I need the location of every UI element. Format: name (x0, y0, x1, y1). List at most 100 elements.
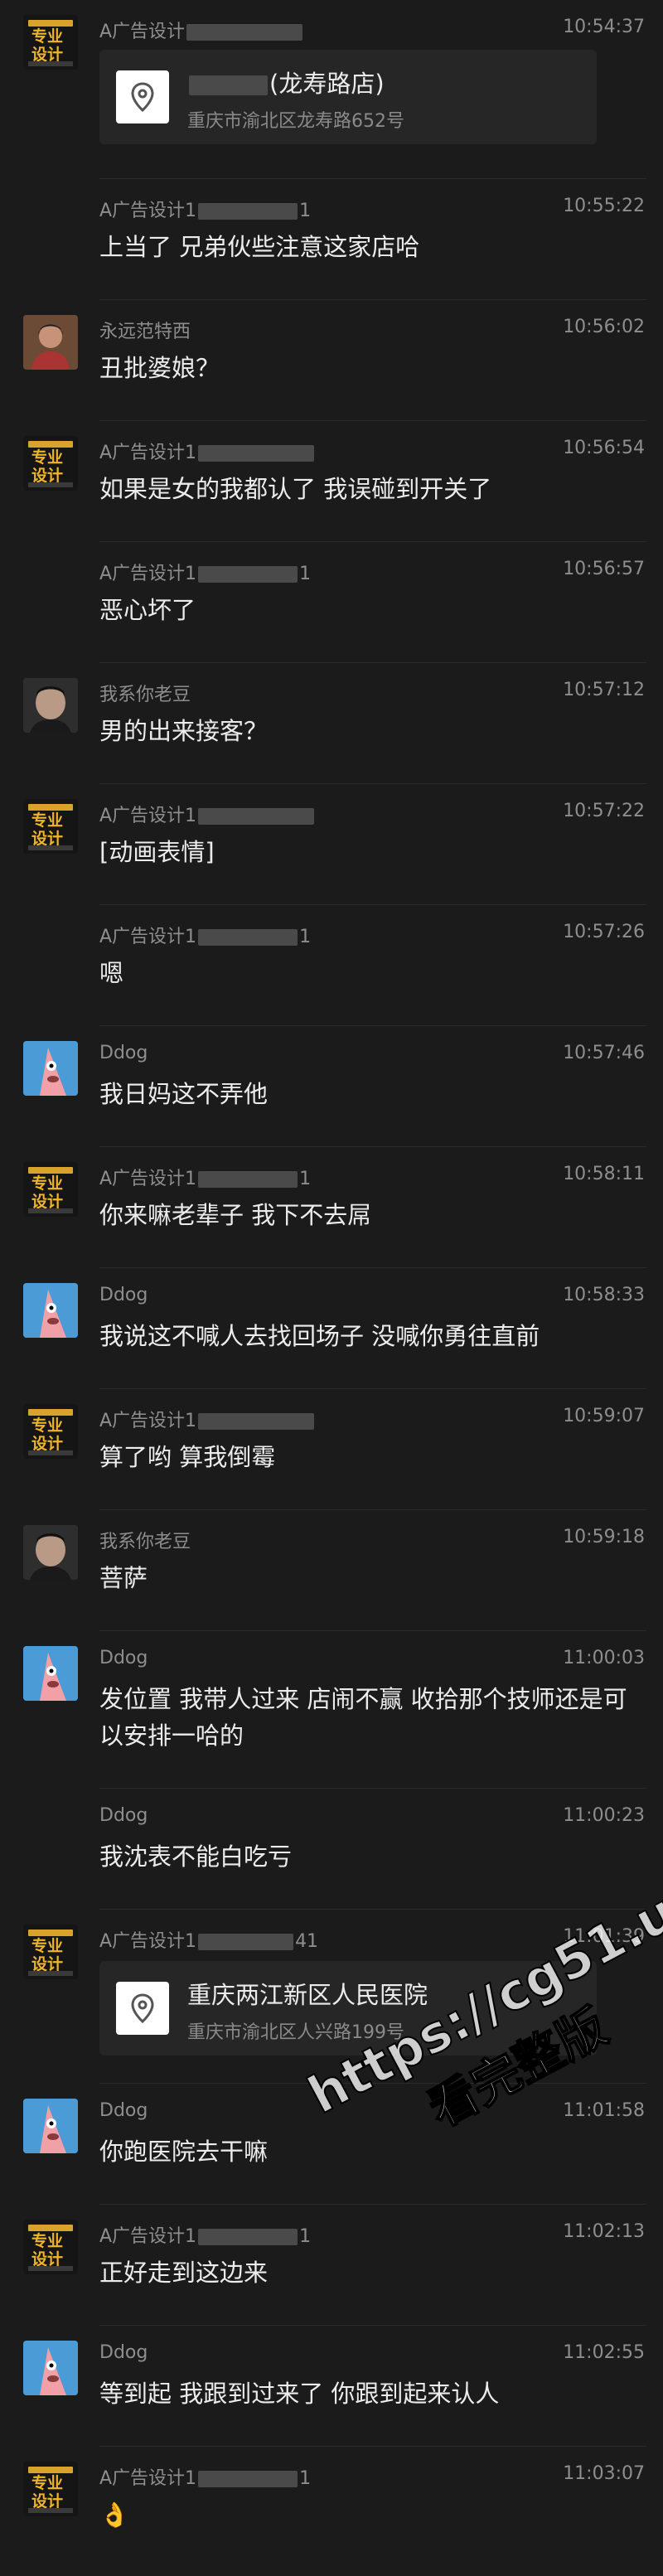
message-time: 10:57:12 (563, 680, 645, 700)
chat-message: A广告设计1 1 10:56:57 恶心坏了 (0, 542, 663, 663)
avatar[interactable] (23, 2341, 78, 2395)
chat-message: 专业 设计 A广告设计 10:54:37 (龙寿路店) 重庆市渝北区龙寿路652号 (0, 0, 663, 179)
message-time: 10:55:22 (563, 196, 645, 216)
sender-name: Ddog (99, 1043, 148, 1063)
avatar[interactable]: 专业 设计 (23, 2462, 78, 2516)
sender-name: A广告设计1 (99, 801, 316, 827)
message-time: 11:02:13 (563, 2221, 645, 2242)
message-time: 11:01:39 (563, 1926, 645, 1947)
avatar[interactable]: 专业 设计 (23, 15, 78, 70)
chat-message: Ddog 10:57:46 我日妈这不弄他 (0, 1026, 663, 1147)
chat-message: 专业 设计 A广告设计1 1 10:58:11 你来嘛老辈子 我下不去屌 (0, 1147, 663, 1268)
sender-name: A广告设计1 1 (99, 927, 312, 947)
sender-name: Ddog (99, 1285, 148, 1305)
sender-name: A广告设计1 1 (99, 2468, 312, 2489)
chat-message: 专业 设计 A广告设计1 10:57:22 [动画表情] (0, 784, 663, 905)
avatar[interactable] (23, 1283, 78, 1338)
avatar[interactable]: 专业 设计 (23, 799, 78, 854)
avatar[interactable]: 专业 设计 (23, 436, 78, 491)
avatar[interactable]: 专业 设计 (23, 1404, 78, 1459)
message-time: 11:00:23 (563, 1805, 645, 1826)
avatar[interactable] (23, 315, 78, 370)
message-time: 10:57:22 (563, 801, 645, 821)
chat-message: Ddog 11:00:03 发位置 我带人过来 店闹不赢 收拾那个技师还是可以安… (0, 1631, 663, 1789)
chat-message: 专业 设计 A广告设计1 41 11:01:39 重庆两江新区人民医院 重庆市渝北区… (0, 1910, 663, 2084)
sender-name: A广告设计1 1 (99, 201, 312, 221)
message-time: 10:58:33 (563, 1285, 645, 1305)
message-time: 11:03:07 (563, 2463, 645, 2484)
sender-name: A广告设计1 (99, 1406, 316, 1432)
avatar[interactable] (23, 1646, 78, 1701)
avatar[interactable]: 专业 设计 (23, 2220, 78, 2274)
message-text: 👌 (99, 2501, 130, 2529)
message-text: [动画表情] (99, 838, 215, 866)
sender-name: Ddog (99, 2342, 148, 2363)
sender-name: A广告设计1 41 (99, 1931, 319, 1952)
avatar[interactable]: 专业 设计 (23, 1162, 78, 1217)
message-text: 上当了 兄弟伙些注意这家店哈 (99, 233, 420, 261)
message-text: 男的出来接客？ (99, 717, 269, 745)
message-text: 发位置 我带人过来 店闹不赢 收拾那个技师还是可以安排一哈的 (99, 1685, 627, 1750)
sender-name: Ddog (99, 1648, 148, 1668)
location-pin-icon (116, 1982, 169, 2035)
sender-name: A广告设计1 1 (99, 2226, 312, 2247)
message-text: 嗯 (99, 959, 124, 987)
message-time: 11:01:58 (563, 2100, 645, 2121)
chat-message: Ddog 11:02:55 等到起 我跟到过来了 你跟到起来认人 (0, 2326, 663, 2447)
chat-message: 我系你老豆 10:59:18 菩萨 (0, 1510, 663, 1631)
message-time: 11:02:55 (563, 2342, 645, 2363)
sender-name: Ddog (99, 1805, 148, 1826)
avatar[interactable] (23, 2099, 78, 2153)
avatar[interactable] (23, 1041, 78, 1096)
message-text: 你来嘛老辈子 我下不去屌 (99, 1201, 372, 1229)
sender-name: Ddog (99, 2100, 148, 2121)
message-time: 10:57:46 (563, 1043, 645, 1063)
message-text: 我沈表不能白吃亏 (99, 1842, 293, 1871)
chat-message: Ddog 11:01:58 你跑医院去干嘛 (0, 2084, 663, 2205)
location-card[interactable]: 重庆两江新区人民医院 重庆市渝北区人兴路199号 (99, 1961, 597, 2055)
sender-name: A广告设计 (99, 17, 304, 43)
message-text: 等到起 我跟到过来了 你跟到起来认人 (99, 2380, 500, 2408)
sender-name: A广告设计1 1 (99, 564, 312, 584)
message-text: 算了哟 算我倒霉 (99, 1443, 276, 1471)
avatar[interactable]: 专业 设计 (23, 1925, 78, 1979)
message-text: 如果是女的我都认了 我误碰到开关了 (99, 475, 492, 503)
message-time: 10:56:02 (563, 317, 645, 337)
message-time: 10:58:11 (563, 1164, 645, 1184)
chat-message: A广告设计1 1 10:57:26 嗯 (0, 905, 663, 1026)
chat-message: 专业 设计 A广告设计1 10:59:07 算了哟 算我倒霉 (0, 1389, 663, 1510)
message-time: 10:56:57 (563, 559, 645, 579)
chat-message: A广告设计1 1 10:55:22 上当了 兄弟伙些注意这家店哈 (0, 179, 663, 300)
sender-name: A广告设计1 1 (99, 1169, 312, 1189)
message-text: 正好走到这边来 (99, 2259, 269, 2287)
chat-message: 专业 设计 A广告设计1 10:56:54 如果是女的我都认了 我误碰到开关了 (0, 421, 663, 542)
sender-name: 我系你老豆 (99, 1532, 191, 1552)
sender-name: 我系你老豆 (99, 685, 191, 705)
message-time: 10:59:07 (563, 1406, 645, 1426)
location-card[interactable]: (龙寿路店) 重庆市渝北区龙寿路652号 (99, 50, 597, 144)
location-title: 重庆两江新区人民医院 (187, 1981, 428, 2009)
message-time: 10:56:54 (563, 438, 645, 458)
location-title: (龙寿路店) (187, 65, 385, 99)
location-address: 重庆市渝北区龙寿路652号 (187, 111, 404, 132)
location-pin-icon (116, 70, 169, 123)
chat-message: Ddog 11:00:23 我沈表不能白吃亏 (0, 1789, 663, 1910)
message-time: 11:00:03 (563, 1648, 645, 1668)
chat-message: Ddog 10:58:33 我说这不喊人去找回场子 没喊你勇往直前 (0, 1268, 663, 1389)
location-address: 重庆市渝北区人兴路199号 (187, 2022, 404, 2043)
message-text: 你跑医院去干嘛 (99, 2138, 269, 2166)
sender-name: 永远范特西 (99, 322, 191, 342)
message-text: 菩萨 (99, 1564, 148, 1592)
avatar[interactable] (23, 1525, 78, 1580)
message-text: 恶心坏了 (99, 596, 196, 624)
message-time: 10:57:26 (563, 922, 645, 942)
message-time: 10:59:18 (563, 1527, 645, 1547)
chat-message: 专业 设计 A广告设计1 1 11:03:07 👌 (0, 2447, 663, 2576)
message-time: 10:54:37 (563, 17, 645, 37)
avatar[interactable] (23, 678, 78, 733)
chat-history-feed[interactable]: 专业 设计 A广告设计 10:54:37 (龙寿路店) 重庆市渝北区龙寿路652号… (0, 0, 663, 2576)
message-text: 我日妈这不弄他 (99, 1080, 269, 1108)
message-text: 我说这不喊人去找回场子 没喊你勇往直前 (99, 1322, 540, 1350)
chat-message: 专业 设计 A广告设计1 1 11:02:13 正好走到这边来 (0, 2205, 663, 2326)
chat-message: 我系你老豆 10:57:12 男的出来接客？ (0, 663, 663, 784)
